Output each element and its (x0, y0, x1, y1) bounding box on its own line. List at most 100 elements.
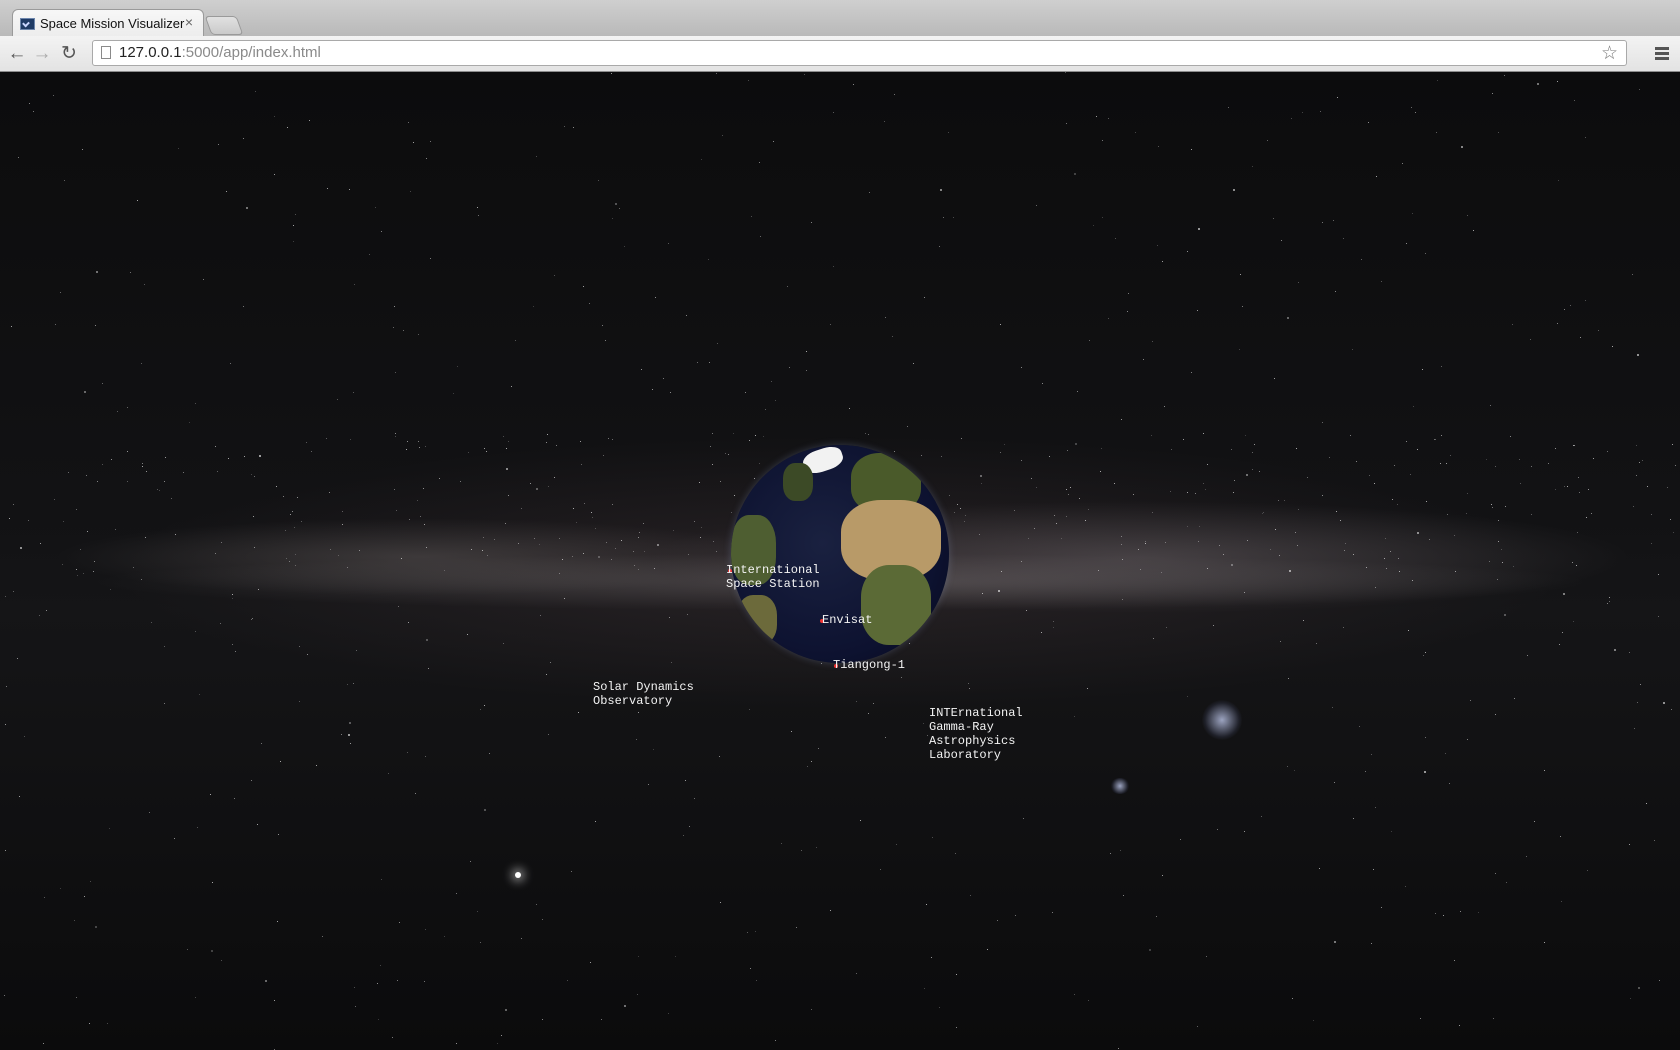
star (1465, 513, 1467, 515)
star (4, 724, 6, 726)
star (1206, 956, 1208, 958)
star (258, 454, 261, 457)
star (1572, 444, 1574, 446)
star (1120, 544, 1122, 546)
star (1332, 706, 1334, 708)
arrow-right-icon[interactable]: → (31, 43, 53, 65)
star (443, 569, 445, 571)
star (177, 147, 179, 149)
integral-label[interactable]: INTErnational Gamma-Ray Astrophysics Lab… (929, 706, 1023, 762)
star (662, 378, 664, 380)
arrow-left-icon[interactable]: ← (6, 43, 28, 65)
star (632, 551, 634, 553)
star (926, 735, 928, 737)
star (1151, 512, 1153, 514)
url-text[interactable]: 127.0.0.1:5000/app/index.html (119, 44, 321, 61)
star (486, 451, 488, 453)
star (755, 980, 757, 982)
reload-icon[interactable]: ↻ (58, 43, 80, 65)
star (1492, 1018, 1494, 1020)
star (1234, 479, 1236, 481)
star (419, 515, 421, 517)
close-icon[interactable]: × (185, 14, 193, 30)
sdo-label[interactable]: Solar Dynamics Observatory (593, 680, 694, 708)
star (1494, 713, 1496, 715)
star (1273, 378, 1275, 380)
address-bar[interactable]: 127.0.0.1:5000/app/index.html ☆ (92, 40, 1627, 66)
tab-space-mission-visualizer[interactable]: Space Mission Visualizer × (12, 9, 204, 38)
envisat-label[interactable]: Envisat (822, 613, 872, 627)
star (81, 148, 83, 150)
star (1279, 641, 1281, 643)
star (885, 317, 887, 319)
star (1343, 550, 1345, 552)
star (759, 462, 761, 464)
star (1670, 518, 1672, 520)
star (1641, 460, 1643, 462)
earth-globe[interactable] (731, 445, 949, 663)
star (75, 568, 77, 570)
star (901, 677, 903, 679)
star (251, 618, 253, 620)
star (1633, 505, 1635, 507)
star (395, 371, 397, 373)
star (1121, 419, 1123, 421)
star (1385, 567, 1387, 569)
star (198, 694, 200, 696)
hamburger-menu-icon[interactable] (1654, 45, 1670, 63)
star (1000, 451, 1002, 453)
star (400, 557, 402, 559)
star (1494, 872, 1496, 874)
star (1503, 614, 1506, 617)
star (1203, 432, 1205, 434)
star (1079, 497, 1081, 499)
star (24, 736, 26, 738)
star (1359, 726, 1361, 728)
new-tab-button[interactable] (204, 16, 244, 35)
star (1295, 532, 1297, 534)
star (1339, 519, 1341, 521)
tiangong-label[interactable]: Tiangong-1 (833, 658, 905, 672)
star (1121, 559, 1123, 561)
star (1152, 638, 1154, 640)
space-scene[interactable]: International Space Station Envisat Tian… (0, 72, 1680, 1050)
star (19, 547, 22, 550)
star (700, 526, 702, 528)
star (611, 558, 613, 560)
star (542, 1018, 544, 1020)
star-icon[interactable]: ☆ (1600, 42, 1618, 65)
star (94, 324, 96, 326)
star (1190, 372, 1192, 374)
star (1672, 532, 1674, 534)
star (556, 445, 558, 447)
star (109, 588, 111, 590)
star (591, 511, 593, 513)
star (294, 526, 296, 528)
star (800, 849, 802, 851)
star (1580, 337, 1582, 339)
star (195, 996, 197, 998)
star (1653, 839, 1655, 841)
small-magellanic-cloud (1110, 778, 1130, 794)
star (293, 224, 295, 226)
star (1505, 506, 1507, 508)
star (1472, 229, 1474, 231)
star (425, 755, 427, 757)
star (1113, 482, 1115, 484)
star (1434, 439, 1436, 441)
star (254, 90, 256, 92)
star (760, 236, 762, 238)
star (1041, 382, 1043, 384)
star (894, 94, 896, 96)
iss-label[interactable]: International Space Station (726, 563, 820, 591)
star (559, 573, 561, 575)
star (1233, 492, 1235, 494)
star (1273, 217, 1275, 219)
star (764, 408, 766, 410)
star (1164, 405, 1166, 407)
star (1633, 727, 1635, 729)
star (980, 475, 983, 478)
star (548, 485, 550, 487)
star (422, 488, 424, 490)
star (1629, 843, 1631, 845)
